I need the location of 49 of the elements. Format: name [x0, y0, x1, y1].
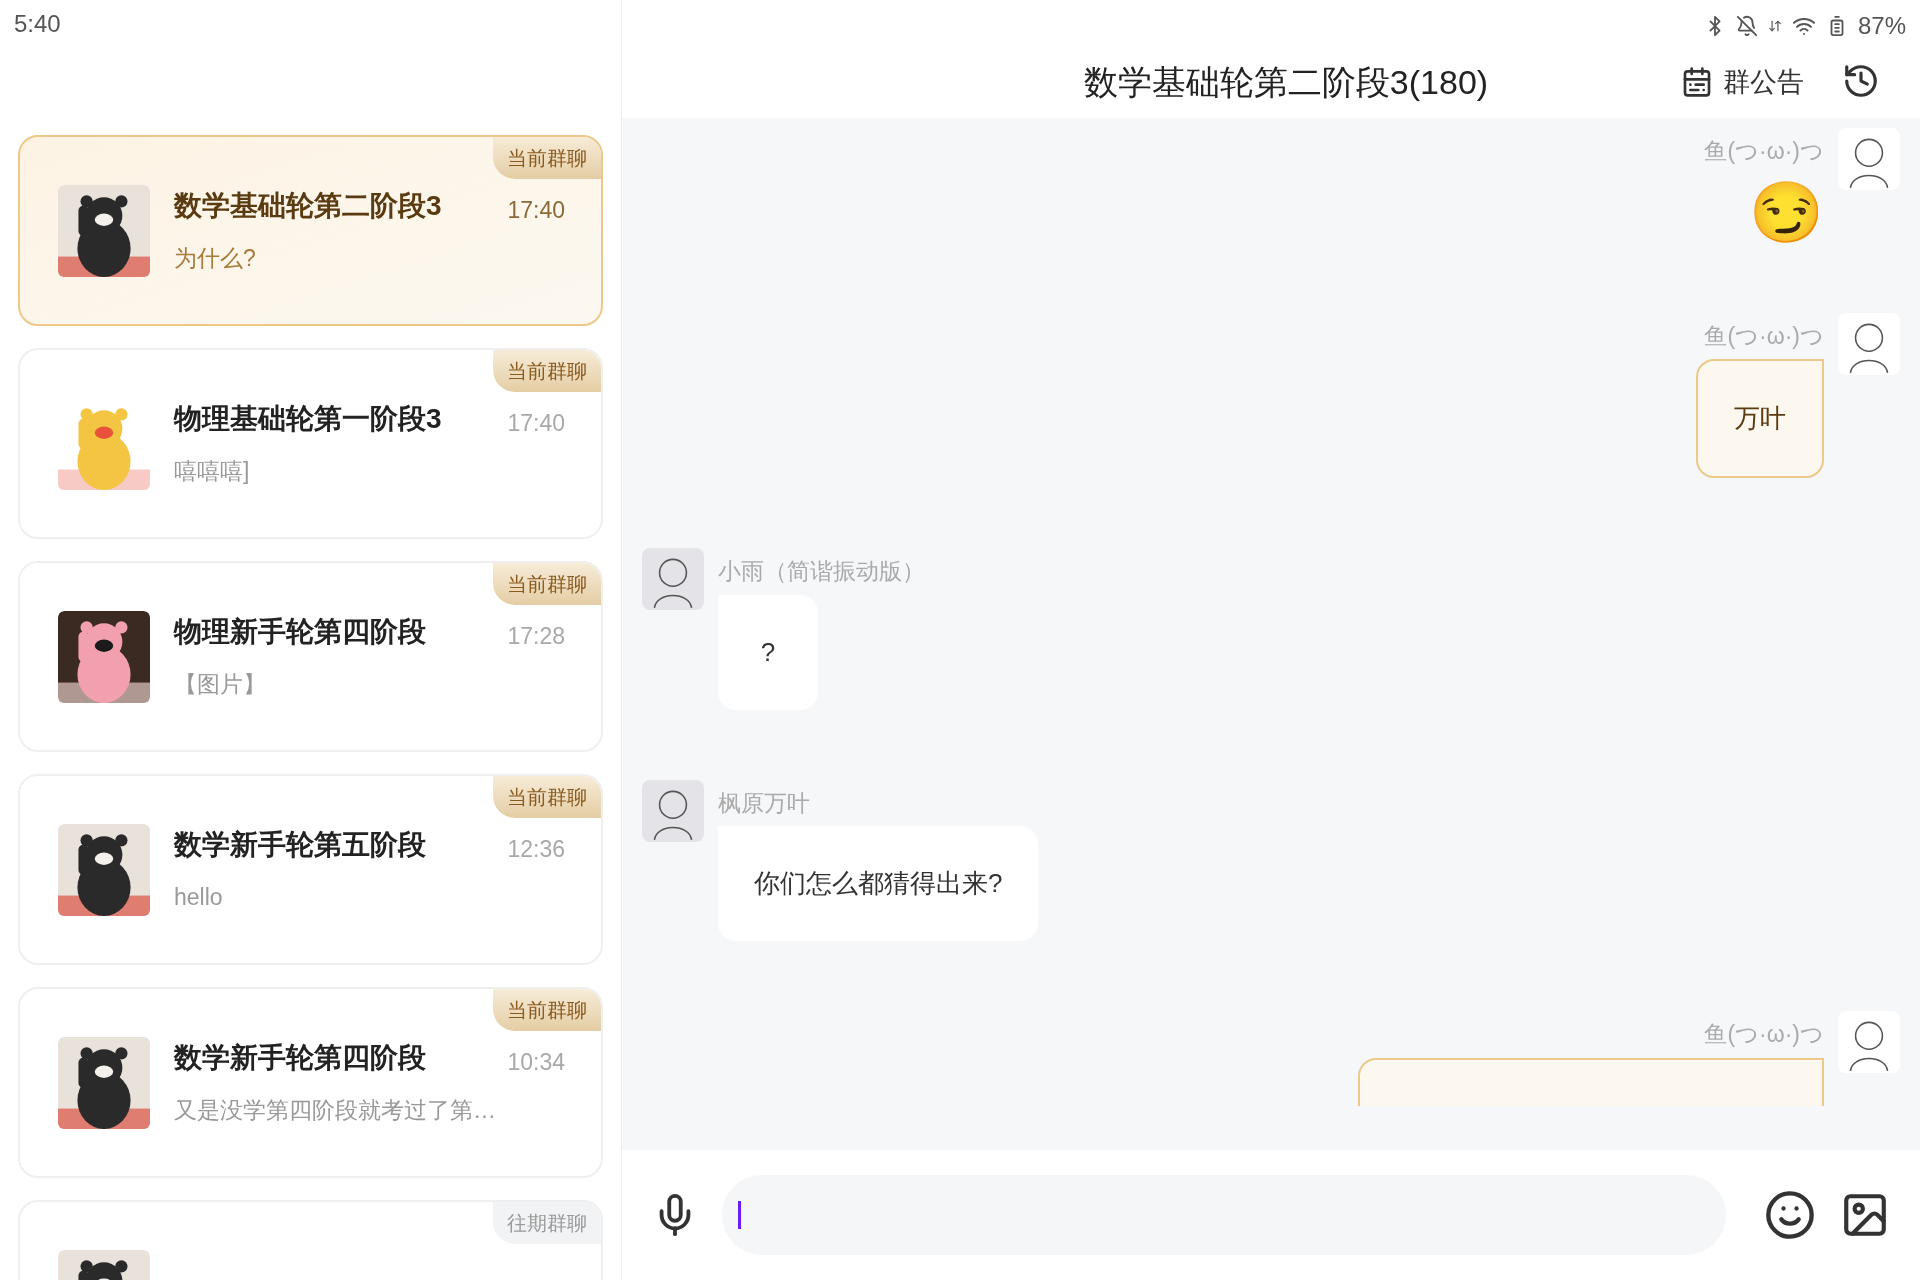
message-time: 17:40: [507, 196, 565, 225]
sender-name: 枫原万叶: [718, 788, 810, 818]
chat-title: 数学基础轮第二阶段3(180): [1083, 61, 1489, 103]
group-name: 数学基础轮第二阶段3: [174, 189, 442, 224]
group-badge: 当前群聊: [493, 350, 601, 392]
group-badge: 往期群聊: [493, 1202, 601, 1244]
group-name: 物理基础轮第一阶段3: [174, 402, 442, 437]
sender-name: 鱼(つ·ω·)つ: [1704, 1020, 1824, 1049]
chat-list-item[interactable]: 当前群聊 数学新手轮第五阶段 hello 12:36: [18, 774, 603, 965]
sender-name: 鱼(つ·ω·)つ: [1704, 321, 1824, 351]
group-name: 数学新手轮第四阶段: [174, 1041, 427, 1076]
status-time: 5:40: [14, 9, 62, 38]
group-name: 数学新手轮第五阶段: [174, 828, 426, 863]
avatar-icon[interactable]: [1838, 312, 1900, 375]
group-name: 物理新手轮第四阶段: [174, 615, 426, 650]
battery-level: 87%: [1857, 11, 1906, 41]
avatar-icon[interactable]: [1838, 128, 1900, 190]
group-badge: 当前群聊: [493, 989, 601, 1031]
sender-name: 小雨（简谐振动版）: [718, 557, 925, 586]
text-cursor: [738, 1201, 741, 1229]
message-preview: hello: [174, 883, 224, 913]
chat-list-item[interactable]: 当前群聊 数学新手轮第四阶段 又是没学第四阶段就考过了第… 10:34: [18, 987, 603, 1178]
group-badge: 当前群聊: [493, 776, 601, 818]
message-preview: 嘻嘻嘻]: [174, 457, 251, 487]
emoji-icon[interactable]: [1764, 1189, 1816, 1241]
chat-list-item[interactable]: 当前群聊 物理新手轮第四阶段 【图片】 17:28: [18, 561, 603, 752]
message-time: 10:34: [507, 1048, 565, 1077]
sender-name: 鱼(つ·ω·)つ: [1704, 137, 1824, 166]
message-bubble: 万叶: [1696, 359, 1824, 478]
emoji-message: 😏: [1749, 182, 1824, 243]
chat-list-item[interactable]: 当前群聊 数学基础轮第二阶段3 为什么? 17:40: [18, 135, 603, 326]
group-badge: 当前群聊: [493, 563, 601, 605]
message-preview: 【图片】: [174, 670, 267, 700]
message-time: 12:36: [507, 835, 565, 864]
group-notice-button[interactable]: 群公告: [1681, 62, 1804, 103]
bell-off-icon: [1735, 15, 1758, 37]
message-time: 17:40: [507, 409, 565, 438]
message-preview: 为什么?: [174, 244, 257, 274]
message-preview: 又是没学第四阶段就考过了第…: [174, 1096, 496, 1126]
avatar-icon[interactable]: [642, 779, 704, 842]
group-badge: 当前群聊: [493, 137, 601, 179]
message-time: 17:28: [507, 622, 565, 651]
history-icon[interactable]: [1842, 62, 1880, 100]
chat-list-item[interactable]: 当前群聊 物理基础轮第一阶段3 嘻嘻嘻] 17:40: [18, 348, 603, 539]
avatar-icon[interactable]: [642, 548, 704, 610]
message-bubble: ?: [718, 594, 818, 710]
avatar-icon[interactable]: [1838, 1011, 1900, 1073]
message-bubble: 你们怎么都猜得出来?: [718, 826, 1039, 941]
calendar-icon: [1681, 66, 1713, 99]
